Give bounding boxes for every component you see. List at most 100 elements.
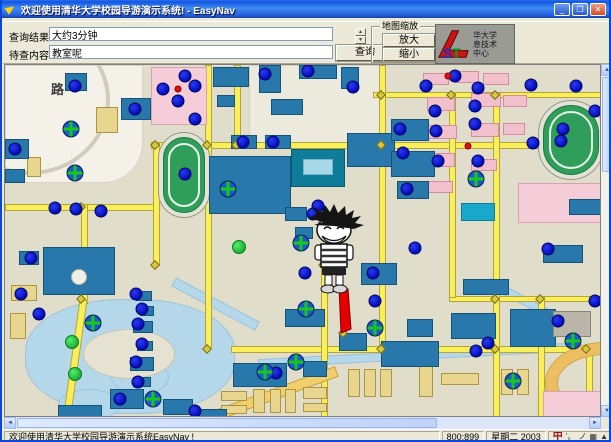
ime-mark-icon[interactable]: ’。 bbox=[566, 431, 576, 442]
poi-target-marker[interactable] bbox=[565, 333, 582, 350]
person-character[interactable] bbox=[301, 204, 367, 296]
poi-marker[interactable] bbox=[472, 155, 485, 168]
poi-green-marker[interactable] bbox=[65, 335, 79, 349]
query-input[interactable] bbox=[49, 45, 333, 59]
poi-marker[interactable] bbox=[409, 242, 422, 255]
ime-toolbar-icon[interactable]: ▲ bbox=[600, 431, 608, 442]
poi-marker[interactable] bbox=[267, 136, 280, 149]
poi-target-marker[interactable] bbox=[257, 364, 274, 381]
poi-marker[interactable] bbox=[157, 83, 170, 96]
scroll-up-icon[interactable]: ▲ bbox=[601, 64, 611, 76]
poi-marker[interactable] bbox=[189, 113, 202, 126]
poi-marker[interactable] bbox=[347, 81, 360, 94]
poi-marker[interactable] bbox=[136, 338, 149, 351]
poi-marker[interactable] bbox=[189, 405, 202, 418]
poi-marker[interactable] bbox=[9, 143, 22, 156]
poi-marker[interactable] bbox=[570, 80, 583, 93]
spinner-down-icon[interactable]: ▼ bbox=[355, 36, 366, 44]
poi-marker[interactable] bbox=[132, 318, 145, 331]
map-canvas[interactable]: 路 bbox=[4, 64, 601, 417]
scroll-right-icon[interactable]: ► bbox=[589, 417, 601, 429]
poi-marker[interactable] bbox=[70, 203, 83, 216]
horizontal-scroll-thumb[interactable] bbox=[17, 418, 437, 428]
poi-marker[interactable] bbox=[367, 267, 380, 280]
ime-keyboard-icon[interactable]: ▦ bbox=[590, 431, 598, 442]
ime-language-icon[interactable]: 中 bbox=[553, 431, 563, 442]
poi-target-marker[interactable] bbox=[288, 354, 305, 371]
poi-marker[interactable] bbox=[401, 183, 414, 196]
poi-marker[interactable] bbox=[172, 95, 185, 108]
poi-target-marker[interactable] bbox=[505, 373, 522, 390]
poi-marker[interactable] bbox=[469, 100, 482, 113]
poi-green-marker[interactable] bbox=[232, 240, 246, 254]
poi-marker[interactable] bbox=[179, 168, 192, 181]
poi-marker[interactable] bbox=[557, 123, 570, 136]
poi-marker[interactable] bbox=[130, 288, 143, 301]
minimize-button[interactable]: _ bbox=[554, 3, 570, 16]
spinner-up-icon[interactable]: ▲ bbox=[355, 28, 366, 36]
query-spinner[interactable]: ▲ ▼ bbox=[355, 28, 366, 43]
zoom-out-button[interactable]: 缩小 bbox=[383, 48, 435, 61]
restore-button[interactable]: ❐ bbox=[572, 3, 588, 16]
vertical-scroll-thumb[interactable] bbox=[602, 77, 611, 172]
poi-target-marker[interactable] bbox=[67, 165, 84, 182]
poi-marker[interactable] bbox=[189, 80, 202, 93]
map-shape bbox=[213, 67, 249, 87]
svg-text:T: T bbox=[452, 46, 461, 61]
poi-marker[interactable] bbox=[472, 82, 485, 95]
poi-marker[interactable] bbox=[15, 288, 28, 301]
map-shape bbox=[303, 403, 327, 412]
poi-marker[interactable] bbox=[130, 356, 143, 369]
poi-marker[interactable] bbox=[589, 105, 602, 118]
poi-marker[interactable] bbox=[397, 147, 410, 160]
poi-marker[interactable] bbox=[237, 136, 250, 149]
poi-target-marker[interactable] bbox=[220, 181, 237, 198]
poi-marker[interactable] bbox=[25, 252, 38, 265]
poi-marker[interactable] bbox=[552, 315, 565, 328]
poi-marker[interactable] bbox=[429, 105, 442, 118]
poi-marker[interactable] bbox=[33, 308, 46, 321]
ime-pen-icon[interactable]: ノ bbox=[579, 431, 587, 442]
poi-green-marker[interactable] bbox=[68, 367, 82, 381]
poi-marker[interactable] bbox=[136, 303, 149, 316]
poi-marker[interactable] bbox=[132, 376, 145, 389]
close-button[interactable]: ✕ bbox=[590, 3, 606, 16]
poi-marker[interactable] bbox=[589, 295, 602, 308]
poi-marker[interactable] bbox=[525, 79, 538, 92]
scroll-left-icon[interactable]: ◄ bbox=[4, 417, 16, 429]
poi-target-marker[interactable] bbox=[298, 301, 315, 318]
poi-marker[interactable] bbox=[420, 80, 433, 93]
map-shape bbox=[347, 133, 395, 167]
poi-marker[interactable] bbox=[469, 118, 482, 131]
poi-marker[interactable] bbox=[69, 80, 82, 93]
poi-target-marker[interactable] bbox=[367, 320, 384, 337]
poi-target-marker[interactable] bbox=[145, 391, 162, 408]
poi-target-marker[interactable] bbox=[468, 171, 485, 188]
poi-marker[interactable] bbox=[482, 337, 495, 350]
vertical-scrollbar[interactable]: ▲ ▼ bbox=[601, 64, 611, 417]
poi-marker[interactable] bbox=[542, 243, 555, 256]
map-shape bbox=[569, 199, 601, 215]
poi-target-marker[interactable] bbox=[85, 315, 102, 332]
zoom-in-button[interactable]: 放大 bbox=[383, 34, 435, 47]
scroll-down-icon[interactable]: ▼ bbox=[601, 405, 611, 417]
map-road-label: 路 bbox=[51, 79, 64, 98]
result-field bbox=[49, 27, 333, 41]
poi-marker[interactable] bbox=[369, 295, 382, 308]
poi-marker[interactable] bbox=[302, 65, 315, 78]
poi-marker[interactable] bbox=[49, 202, 62, 215]
horizontal-scrollbar[interactable]: ◄ ► bbox=[4, 417, 601, 429]
poi-marker[interactable] bbox=[432, 155, 445, 168]
poi-marker[interactable] bbox=[555, 135, 568, 148]
ime-tray[interactable]: 中 ’。 ノ ▦ ▲ bbox=[548, 431, 611, 442]
poi-marker[interactable] bbox=[129, 103, 142, 116]
poi-marker[interactable] bbox=[470, 345, 483, 358]
poi-marker[interactable] bbox=[394, 123, 407, 136]
poi-target-marker[interactable] bbox=[63, 121, 80, 138]
poi-marker[interactable] bbox=[114, 393, 127, 406]
poi-marker[interactable] bbox=[527, 137, 540, 150]
map-shape bbox=[381, 341, 439, 367]
poi-marker[interactable] bbox=[259, 68, 272, 81]
poi-marker[interactable] bbox=[95, 205, 108, 218]
poi-marker[interactable] bbox=[430, 125, 443, 138]
